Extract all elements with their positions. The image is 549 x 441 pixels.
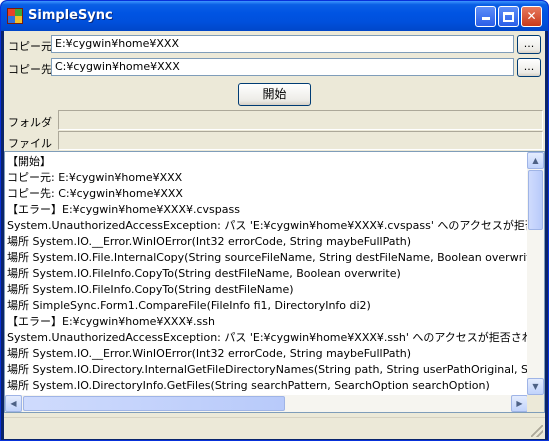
log-line: 【開始】 xyxy=(7,155,51,168)
log-line: 場所 System.IO.FileInfo.CopyTo(String dest… xyxy=(7,267,401,280)
dest-browse-button[interactable]: ... xyxy=(517,58,541,77)
chevron-down-icon: ▼ xyxy=(532,382,539,391)
chevron-up-icon: ▲ xyxy=(532,156,539,165)
log-line: 場所 System.IO.__Error.WinIOError(Int32 er… xyxy=(7,347,412,360)
vertical-scrollbar[interactable]: ▲ ▼ xyxy=(527,152,544,395)
scroll-up-button[interactable]: ▲ xyxy=(527,152,544,169)
log-line: 【エラー】E:¥cygwin¥home¥XXX¥.cvspass xyxy=(7,203,240,216)
log-line: コピー元: E:¥cygwin¥home¥XXX xyxy=(7,171,183,184)
scroll-right-button[interactable]: ▶ xyxy=(511,395,528,412)
minimize-button[interactable] xyxy=(475,6,496,27)
title-bar[interactable]: SimpleSync ✕ xyxy=(1,1,548,31)
window-title: SimpleSync xyxy=(28,8,113,23)
status-bar xyxy=(4,417,545,439)
maximize-icon xyxy=(503,12,514,22)
log-line: System.UnauthorizedAccessException: パス '… xyxy=(7,219,528,232)
dest-label: コピー先 xyxy=(8,63,52,76)
log-line: System.UnauthorizedAccessException: パス '… xyxy=(7,331,528,344)
log-textbox[interactable]: 【開始】コピー元: E:¥cygwin¥home¥XXX コピー先: C:¥cyg… xyxy=(4,151,545,413)
log-lines: 【開始】コピー元: E:¥cygwin¥home¥XXX コピー先: C:¥cyg… xyxy=(7,154,528,395)
horizontal-scrollbar[interactable]: ◀ ▶ xyxy=(5,395,528,412)
source-path-input[interactable]: E:¥cygwin¥home¥XXX xyxy=(51,35,514,53)
source-label: コピー元 xyxy=(8,40,52,53)
source-browse-button[interactable]: ... xyxy=(517,35,541,54)
log-line: 場所 System.IO.__Error.WinIOError(Int32 er… xyxy=(7,235,412,248)
file-label: ファイル xyxy=(8,137,52,150)
scroll-corner xyxy=(527,395,544,412)
main-window: SimpleSync ✕ コピー元 E:¥cygwin¥home¥XXX ...… xyxy=(0,0,549,441)
log-line: 場所 SimpleSync.Form1.CompareFile(FileInfo… xyxy=(7,299,371,312)
maximize-button[interactable] xyxy=(498,6,519,27)
folder-label: フォルダ xyxy=(8,116,52,129)
log-line: コピー先: C:¥cygwin¥home¥XXX xyxy=(7,187,183,200)
start-button[interactable]: 開始 xyxy=(238,83,311,106)
minimize-icon xyxy=(481,17,490,20)
folder-status-panel xyxy=(58,110,543,130)
log-line: 場所 System.IO.FileInfo.CopyTo(String dest… xyxy=(7,283,294,296)
client-area: コピー元 E:¥cygwin¥home¥XXX ... コピー先 C:¥cygw… xyxy=(4,31,545,439)
chevron-right-icon: ▶ xyxy=(516,399,523,408)
close-button[interactable]: ✕ xyxy=(521,6,542,27)
scroll-left-button[interactable]: ◀ xyxy=(5,395,22,412)
log-line: 場所 System.IO.DirectoryInfo.GetFiles(Stri… xyxy=(7,379,490,392)
close-icon: ✕ xyxy=(526,9,537,23)
chevron-left-icon: ◀ xyxy=(10,399,17,408)
file-status-panel xyxy=(58,131,543,150)
log-line: 場所 System.IO.Directory.InternalGetFileDi… xyxy=(7,363,528,376)
vertical-scroll-thumb[interactable] xyxy=(528,170,543,230)
app-icon[interactable] xyxy=(7,8,23,24)
log-line: 【エラー】E:¥cygwin¥home¥XXX¥.ssh xyxy=(7,315,215,328)
resize-grip-icon[interactable] xyxy=(531,425,543,437)
log-line: 場所 System.IO.File.InternalCopy(String so… xyxy=(7,251,528,264)
horizontal-scroll-thumb[interactable] xyxy=(23,396,285,411)
scroll-down-button[interactable]: ▼ xyxy=(527,378,544,395)
dest-path-input[interactable]: C:¥cygwin¥home¥XXX xyxy=(51,58,514,76)
